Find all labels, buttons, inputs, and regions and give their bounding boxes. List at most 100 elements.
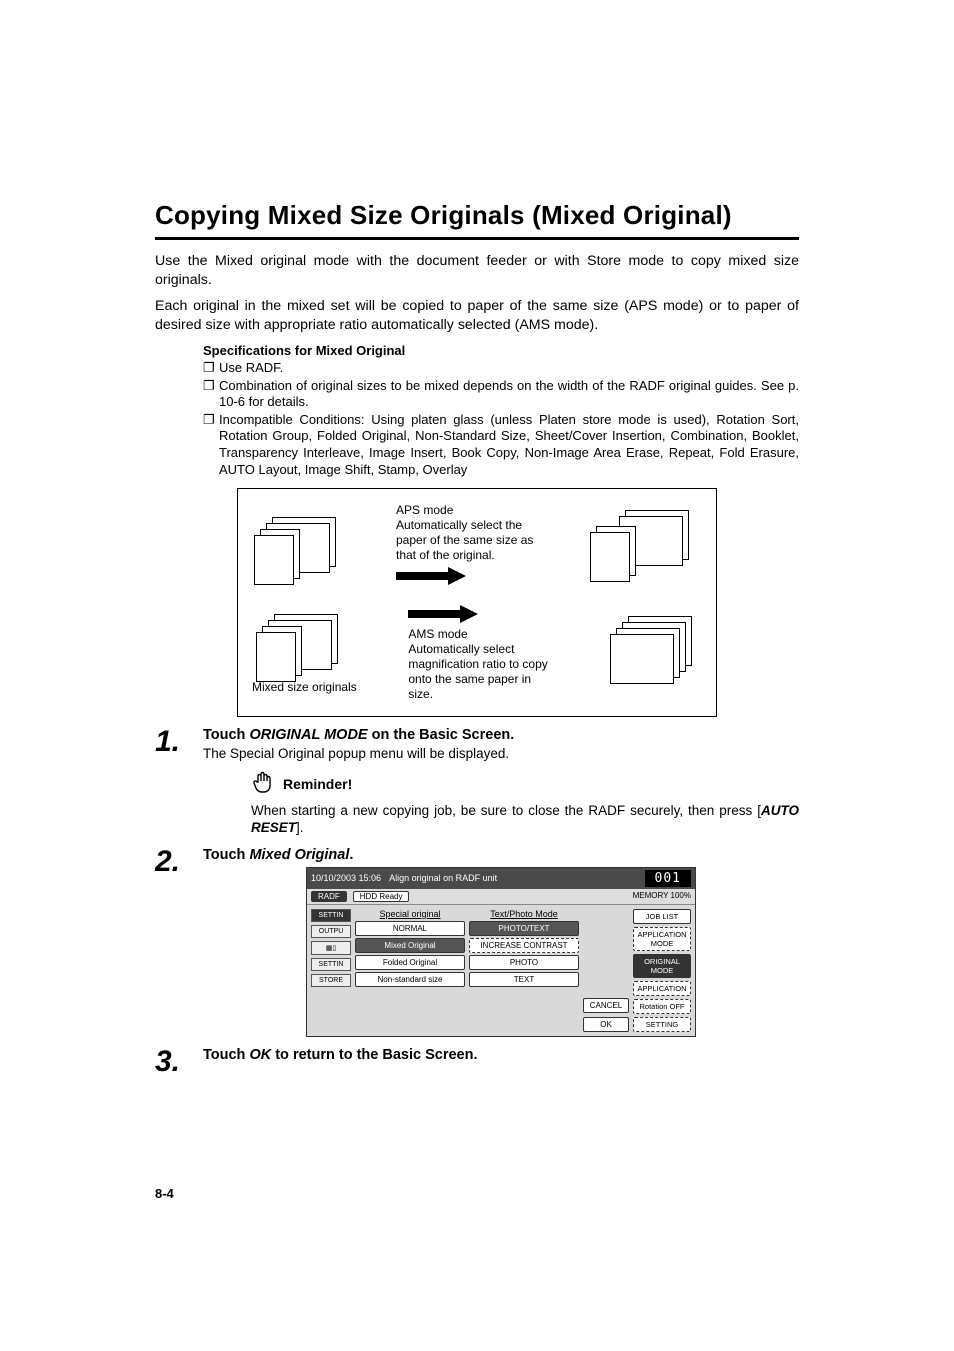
ui-left-col: SETTIN OUTPU ▦▯ SETTIN STORE — [311, 909, 351, 1032]
ui-outpu-tab[interactable]: OUTPU — [311, 925, 351, 938]
mixed-originals-bottom-icon — [254, 610, 354, 676]
aps-text-block: APS mode Automatically select the paper … — [396, 503, 546, 589]
specifications-block: Specifications for Mixed Original ❐ Use … — [203, 343, 799, 478]
arrow-right-icon — [396, 567, 466, 585]
step-1-body: Touch ORIGINAL MODE on the Basic Screen.… — [203, 727, 799, 763]
reminder-block: Reminder! When starting a new copying jo… — [251, 769, 799, 837]
diagram-box: APS mode Automatically select the paper … — [237, 488, 717, 717]
step-2-title-b: Mixed Original — [249, 847, 349, 863]
bullet-1-text: Use RADF. — [219, 360, 799, 377]
aps-mode-text: Automatically select the paper of the sa… — [396, 518, 546, 563]
step-1-title-b: ORIGINAL MODE — [249, 727, 367, 743]
ui-datetime: 10/10/2003 15:06 — [311, 873, 381, 883]
ui-phototext-button[interactable]: PHOTO/TEXT — [469, 921, 579, 936]
ui-nonstandard-button[interactable]: Non-standard size — [355, 972, 465, 987]
ui-screenshot-illustration: 10/10/2003 15:06 Align original on RADF … — [203, 867, 799, 1037]
ui-icon-box: ▦▯ — [311, 941, 351, 955]
ui-store-tab[interactable]: STORE — [311, 974, 351, 987]
bullet-1: ❐ Use RADF. — [203, 360, 799, 377]
diagram-row-ams: Mixed size originals AMS mode Automatica… — [252, 601, 702, 702]
step-3-number: 3. — [155, 1047, 203, 1077]
ui-increase-contrast-button[interactable]: INCREASE CONTRAST — [469, 938, 579, 953]
mixed-originals-label: Mixed size originals — [252, 680, 357, 694]
arrow-right-icon — [408, 605, 478, 623]
step-2: 2. Touch Mixed Original. 10/10/2003 15:0… — [155, 847, 799, 1037]
reminder-text-a: When starting a new copying job, be sure… — [251, 803, 761, 818]
ui-ok-button[interactable]: OK — [583, 1017, 629, 1032]
bullet-marker-icon: ❐ — [203, 378, 219, 411]
step-3-title-a: Touch — [203, 1047, 249, 1063]
ui-special-original-col: Special original NORMAL Mixed Original F… — [355, 909, 465, 1032]
ui-body: SETTIN OUTPU ▦▯ SETTIN STORE Special ori… — [307, 905, 695, 1036]
ui-rotationoff-button[interactable]: Rotation OFF — [633, 999, 691, 1014]
ui-panel: 10/10/2003 15:06 Align original on RADF … — [306, 867, 696, 1037]
ui-settin2-tab[interactable]: SETTIN — [311, 958, 351, 971]
ui-setting-button[interactable]: SETTING — [633, 1017, 691, 1032]
step-2-title-c: . — [349, 847, 353, 863]
reminder-label: Reminder! — [283, 776, 352, 792]
ui-memory-text: MEMORY 100% — [633, 891, 691, 902]
specifications-heading: Specifications for Mixed Original — [203, 343, 799, 358]
ui-originalmode-button[interactable]: ORIGINAL MODE — [633, 954, 691, 978]
bullet-3-text: Incompatible Conditions: Using platen gl… — [219, 412, 799, 479]
bullet-3: ❐ Incompatible Conditions: Using platen … — [203, 412, 799, 479]
ui-settin-tab[interactable]: SETTIN — [311, 909, 351, 922]
step-3-title-c: to return to the Basic Screen. — [271, 1047, 477, 1063]
ui-right-col: JOB LIST APPLICATION MODE ORIGINAL MODE … — [633, 909, 691, 1032]
ui-status-text: Align original on RADF unit — [389, 873, 497, 883]
reminder-text-c: ]. — [296, 820, 304, 835]
aps-mode-label: APS mode — [396, 503, 453, 518]
bullet-2: ❐ Combination of original sizes to be mi… — [203, 378, 799, 411]
step-1: 1. Touch ORIGINAL MODE on the Basic Scre… — [155, 727, 799, 763]
step-1-number: 1. — [155, 727, 203, 757]
bullet-2-text: Combination of original sizes to be mixe… — [219, 378, 799, 411]
intro-para-2: Each original in the mixed set will be c… — [155, 297, 799, 334]
heading: Copying Mixed Size Originals (Mixed Orig… — [155, 200, 799, 231]
ams-output-icon — [610, 616, 702, 688]
step-1-title-a: Touch — [203, 727, 249, 743]
ams-mode-text: Automatically select magnification ratio… — [408, 642, 558, 702]
step-1-text: The Special Original popup menu will be … — [203, 745, 799, 763]
step-1-title: Touch ORIGINAL MODE on the Basic Screen. — [203, 727, 799, 743]
page-title: Copying Mixed Size Originals (Mixed Orig… — [155, 200, 799, 240]
ui-normal-button[interactable]: NORMAL — [355, 921, 465, 936]
ui-radf-pill: RADF — [311, 891, 347, 902]
step-2-number: 2. — [155, 847, 203, 877]
ui-cancel-button[interactable]: CANCEL — [583, 998, 629, 1013]
step-1-title-c: on the Basic Screen. — [368, 727, 515, 743]
ui-counter: 001 — [645, 870, 691, 887]
ui-hdd-pill: HDD Ready — [353, 891, 410, 902]
ui-photo-button[interactable]: PHOTO — [469, 955, 579, 970]
ams-text-block: AMS mode Automatically select magnificat… — [408, 601, 558, 702]
step-3-body: Touch OK to return to the Basic Screen. — [203, 1047, 799, 1065]
reminder-head: Reminder! — [251, 769, 799, 800]
intro-para-1: Use the Mixed original mode with the doc… — [155, 252, 799, 289]
step-2-body: Touch Mixed Original. 10/10/2003 15:06 A… — [203, 847, 799, 1037]
page-number: 8-4 — [155, 1186, 174, 1201]
ui-subbar: RADF HDD Ready MEMORY 100% — [307, 889, 695, 905]
bullet-marker-icon: ❐ — [203, 360, 219, 377]
ui-special-original-title: Special original — [355, 909, 465, 919]
aps-output-icon — [590, 510, 702, 582]
ui-mixed-original-button[interactable]: Mixed Original — [355, 938, 465, 953]
ams-mode-label: AMS mode — [408, 627, 467, 642]
bullet-marker-icon: ❐ — [203, 412, 219, 479]
step-2-title: Touch Mixed Original. — [203, 847, 799, 863]
ui-textphoto-col: Text/Photo Mode PHOTO/TEXT INCREASE CONT… — [469, 909, 579, 1032]
step-3-title: Touch OK to return to the Basic Screen. — [203, 1047, 799, 1063]
ui-application-button[interactable]: APPLICATION — [633, 981, 691, 996]
ui-folded-original-button[interactable]: Folded Original — [355, 955, 465, 970]
ui-joblist-button[interactable]: JOB LIST — [633, 909, 691, 924]
reminder-hand-icon — [251, 769, 277, 800]
ui-applicationmode-button[interactable]: APPLICATION MODE — [633, 927, 691, 951]
heading-rule — [155, 237, 799, 240]
ui-textphoto-title: Text/Photo Mode — [469, 909, 579, 919]
reminder-text: When starting a new copying job, be sure… — [251, 802, 799, 837]
ui-titlebar: 10/10/2003 15:06 Align original on RADF … — [307, 868, 695, 889]
ui-center: Special original NORMAL Mixed Original F… — [355, 909, 629, 1032]
ui-text-button[interactable]: TEXT — [469, 972, 579, 987]
step-3: 3. Touch OK to return to the Basic Scree… — [155, 1047, 799, 1077]
step-3-title-b: OK — [249, 1047, 271, 1063]
mixed-originals-top-icon — [252, 513, 352, 579]
step-2-title-a: Touch — [203, 847, 249, 863]
